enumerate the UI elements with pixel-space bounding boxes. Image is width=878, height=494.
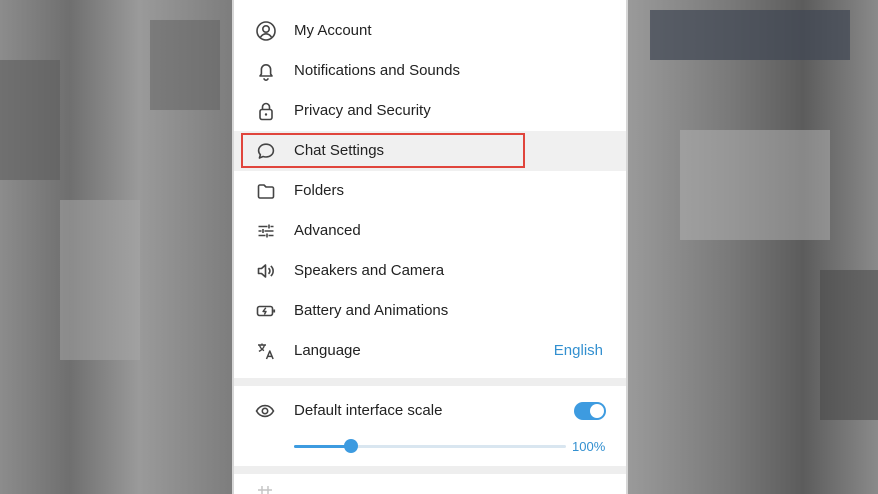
scale-percent: 100%	[572, 439, 606, 454]
chat-bubble-icon	[254, 140, 278, 162]
menu-item-label: Language	[294, 342, 361, 359]
slider-thumb[interactable]	[344, 439, 358, 453]
lock-icon	[254, 100, 278, 122]
eye-icon	[254, 400, 278, 422]
menu-item-folders[interactable]: Folders	[234, 171, 626, 211]
toggle-knob	[590, 404, 604, 418]
menu-item-notifications[interactable]: Notifications and Sounds	[234, 51, 626, 91]
menu-item-battery[interactable]: Battery and Animations	[234, 291, 626, 331]
menu-item-my-account[interactable]: My Account	[234, 11, 626, 51]
language-value[interactable]: English	[554, 342, 603, 360]
settings-panel: My Account Notifications and Sounds Priv…	[234, 0, 626, 494]
menu-item-label: Chat Settings	[294, 142, 385, 159]
menu-item-label: Privacy and Security	[294, 102, 431, 119]
menu-item-label: Folders	[294, 182, 345, 199]
partial-icon	[254, 482, 278, 494]
menu-item-advanced[interactable]: Advanced	[234, 211, 626, 251]
menu-item-privacy[interactable]: Privacy and Security	[234, 91, 626, 131]
speaker-icon	[254, 260, 278, 282]
menu-item-chat-settings[interactable]: Chat Settings	[234, 131, 626, 171]
section-divider	[234, 466, 626, 474]
translate-icon	[254, 340, 278, 362]
menu-item-label: Notifications and Sounds	[294, 62, 460, 79]
menu-item-language[interactable]: Language English	[234, 331, 626, 371]
panel-border-right	[626, 0, 628, 494]
sliders-icon	[254, 220, 278, 242]
account-icon	[254, 20, 278, 42]
menu-item-speakers[interactable]: Speakers and Camera	[234, 251, 626, 291]
folder-icon	[254, 180, 278, 202]
slider-fill	[294, 445, 351, 448]
section-divider	[234, 378, 626, 386]
menu-item-label: Advanced	[294, 222, 361, 239]
scale-label: Default interface scale	[294, 402, 443, 419]
menu-item-label: Battery and Animations	[294, 302, 449, 319]
bell-icon	[254, 60, 278, 82]
scale-toggle[interactable]	[574, 402, 606, 420]
battery-icon	[254, 300, 278, 322]
scale-slider[interactable]	[294, 438, 566, 454]
menu-item-label: Speakers and Camera	[294, 262, 445, 279]
menu-item-label: My Account	[294, 22, 372, 39]
